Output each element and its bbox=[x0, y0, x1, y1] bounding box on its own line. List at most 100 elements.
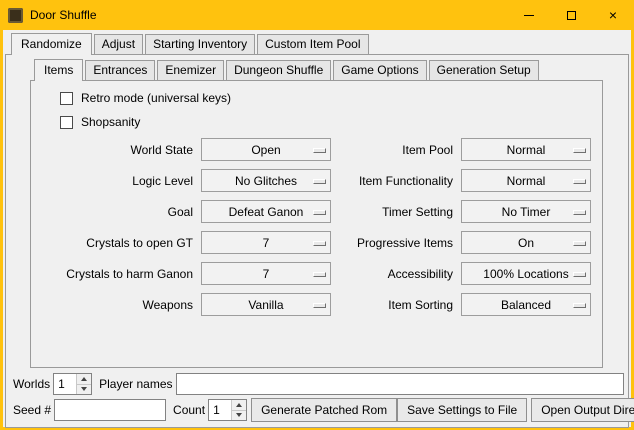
retro-mode-label: Retro mode (universal keys) bbox=[81, 91, 231, 105]
tab-enemizer[interactable]: Enemizer bbox=[157, 60, 224, 80]
options-grid: World State Open Item Pool Normal bbox=[31, 138, 602, 316]
form-row: World State Open Item Pool Normal bbox=[31, 138, 602, 161]
tab-game-options[interactable]: Game Options bbox=[333, 60, 426, 80]
worlds-row: Worlds Player names bbox=[10, 373, 624, 395]
form-row: Weapons Vanilla Item Sorting Balanced bbox=[31, 293, 602, 316]
progressive-items-value: On bbox=[462, 236, 590, 250]
items-tab-pane: Retro mode (universal keys) Shopsanity W… bbox=[30, 80, 603, 368]
dropdown-indicator-icon bbox=[313, 210, 326, 215]
retro-mode-row: Retro mode (universal keys) bbox=[60, 91, 602, 105]
seed-row: Seed # Count Generate Patched Rom Save S… bbox=[10, 398, 624, 422]
accessibility-dropdown[interactable]: 100% Locations bbox=[461, 262, 591, 285]
tab-starting-inventory[interactable]: Starting Inventory bbox=[145, 34, 255, 54]
worlds-spin-up-button[interactable] bbox=[77, 374, 91, 384]
crystals-ganon-dropdown[interactable]: 7 bbox=[201, 262, 331, 285]
weapons-dropdown[interactable]: Vanilla bbox=[201, 293, 331, 316]
weapons-label: Weapons bbox=[31, 298, 199, 312]
generate-patched-rom-button[interactable]: Generate Patched Rom bbox=[251, 398, 397, 422]
item-pool-dropdown[interactable]: Normal bbox=[461, 138, 591, 161]
item-pool-value: Normal bbox=[462, 143, 590, 157]
item-sorting-label: Item Sorting bbox=[331, 298, 459, 312]
dropdown-indicator-icon bbox=[573, 148, 586, 153]
spin-down-icon bbox=[236, 413, 242, 417]
dropdown-indicator-icon bbox=[573, 179, 586, 184]
progressive-items-label: Progressive Items bbox=[331, 236, 459, 250]
count-label: Count bbox=[170, 403, 208, 417]
crystals-gt-label: Crystals to open GT bbox=[31, 236, 199, 250]
count-input[interactable] bbox=[209, 400, 231, 420]
dropdown-indicator-icon bbox=[573, 303, 586, 308]
minimize-button[interactable] bbox=[508, 0, 550, 30]
world-state-label: World State bbox=[31, 143, 199, 157]
tab-generation-setup[interactable]: Generation Setup bbox=[429, 60, 539, 80]
timer-setting-dropdown[interactable]: No Timer bbox=[461, 200, 591, 223]
tab-entrances[interactable]: Entrances bbox=[85, 60, 155, 80]
crystals-ganon-label: Crystals to harm Ganon bbox=[31, 267, 199, 281]
item-pool-label: Item Pool bbox=[331, 143, 459, 157]
timer-setting-label: Timer Setting bbox=[331, 205, 459, 219]
logic-level-value: No Glitches bbox=[202, 174, 330, 188]
worlds-spinbox bbox=[53, 373, 92, 395]
save-settings-button[interactable]: Save Settings to File bbox=[397, 398, 527, 422]
goal-label: Goal bbox=[31, 205, 199, 219]
dropdown-indicator-icon bbox=[313, 241, 326, 246]
tab-dungeon-shuffle[interactable]: Dungeon Shuffle bbox=[226, 60, 331, 80]
tab-custom-item-pool[interactable]: Custom Item Pool bbox=[257, 34, 368, 54]
retro-mode-checkbox[interactable] bbox=[60, 92, 73, 105]
seed-input[interactable] bbox=[54, 399, 166, 421]
tab-randomize[interactable]: Randomize bbox=[11, 33, 92, 55]
tab-adjust[interactable]: Adjust bbox=[94, 34, 143, 54]
app-window: Door Shuffle × Randomize Adjust Starting… bbox=[0, 0, 634, 430]
count-spinbox bbox=[208, 399, 247, 421]
count-spin-down-button[interactable] bbox=[232, 410, 246, 421]
open-output-directory-button[interactable]: Open Output Directory bbox=[531, 398, 634, 422]
titlebar[interactable]: Door Shuffle × bbox=[0, 0, 634, 30]
crystals-gt-dropdown[interactable]: 7 bbox=[201, 231, 331, 254]
goal-dropdown[interactable]: Defeat Ganon bbox=[201, 200, 331, 223]
close-button[interactable]: × bbox=[592, 0, 634, 30]
spin-up-icon bbox=[236, 403, 242, 407]
dropdown-indicator-icon bbox=[313, 148, 326, 153]
maximize-icon bbox=[567, 11, 576, 20]
dropdown-indicator-icon bbox=[313, 272, 326, 277]
window-body: Randomize Adjust Starting Inventory Cust… bbox=[3, 30, 631, 427]
dropdown-indicator-icon bbox=[573, 241, 586, 246]
accessibility-value: 100% Locations bbox=[462, 267, 590, 281]
bottom-controls: Worlds Player names Seed # Count bbox=[6, 368, 628, 427]
logic-level-dropdown[interactable]: No Glitches bbox=[201, 169, 331, 192]
worlds-spin-down-button[interactable] bbox=[77, 384, 91, 395]
form-row: Crystals to harm Ganon 7 Accessibility 1… bbox=[31, 262, 602, 285]
item-sorting-value: Balanced bbox=[462, 298, 590, 312]
crystals-ganon-value: 7 bbox=[202, 267, 330, 281]
tab-items[interactable]: Items bbox=[34, 59, 83, 81]
item-functionality-dropdown[interactable]: Normal bbox=[461, 169, 591, 192]
dropdown-indicator-icon bbox=[573, 272, 586, 277]
randomize-tab-pane: Items Entrances Enemizer Dungeon Shuffle… bbox=[5, 54, 629, 428]
world-state-dropdown[interactable]: Open bbox=[201, 138, 331, 161]
progressive-items-dropdown[interactable]: On bbox=[461, 231, 591, 254]
shopsanity-row: Shopsanity bbox=[60, 115, 602, 129]
close-icon: × bbox=[609, 8, 617, 22]
app-icon bbox=[8, 8, 23, 23]
worlds-input[interactable] bbox=[54, 374, 76, 394]
maximize-button[interactable] bbox=[550, 0, 592, 30]
crystals-gt-value: 7 bbox=[202, 236, 330, 250]
player-names-label: Player names bbox=[96, 377, 175, 391]
count-spin-up-button[interactable] bbox=[232, 400, 246, 410]
form-row: Goal Defeat Ganon Timer Setting No Timer bbox=[31, 200, 602, 223]
dropdown-indicator-icon bbox=[313, 303, 326, 308]
timer-setting-value: No Timer bbox=[462, 205, 590, 219]
window-controls: × bbox=[508, 0, 634, 30]
window-title: Door Shuffle bbox=[30, 8, 97, 22]
accessibility-label: Accessibility bbox=[331, 267, 459, 281]
spin-down-icon bbox=[81, 387, 87, 391]
shopsanity-checkbox[interactable] bbox=[60, 116, 73, 129]
form-row: Logic Level No Glitches Item Functionali… bbox=[31, 169, 602, 192]
seed-label: Seed # bbox=[10, 403, 54, 417]
item-sorting-dropdown[interactable]: Balanced bbox=[461, 293, 591, 316]
form-row: Crystals to open GT 7 Progressive Items … bbox=[31, 231, 602, 254]
shopsanity-label: Shopsanity bbox=[81, 115, 140, 129]
weapons-value: Vanilla bbox=[202, 298, 330, 312]
inner-tab-bar: Items Entrances Enemizer Dungeon Shuffle… bbox=[30, 59, 603, 80]
player-names-input[interactable] bbox=[176, 373, 625, 395]
